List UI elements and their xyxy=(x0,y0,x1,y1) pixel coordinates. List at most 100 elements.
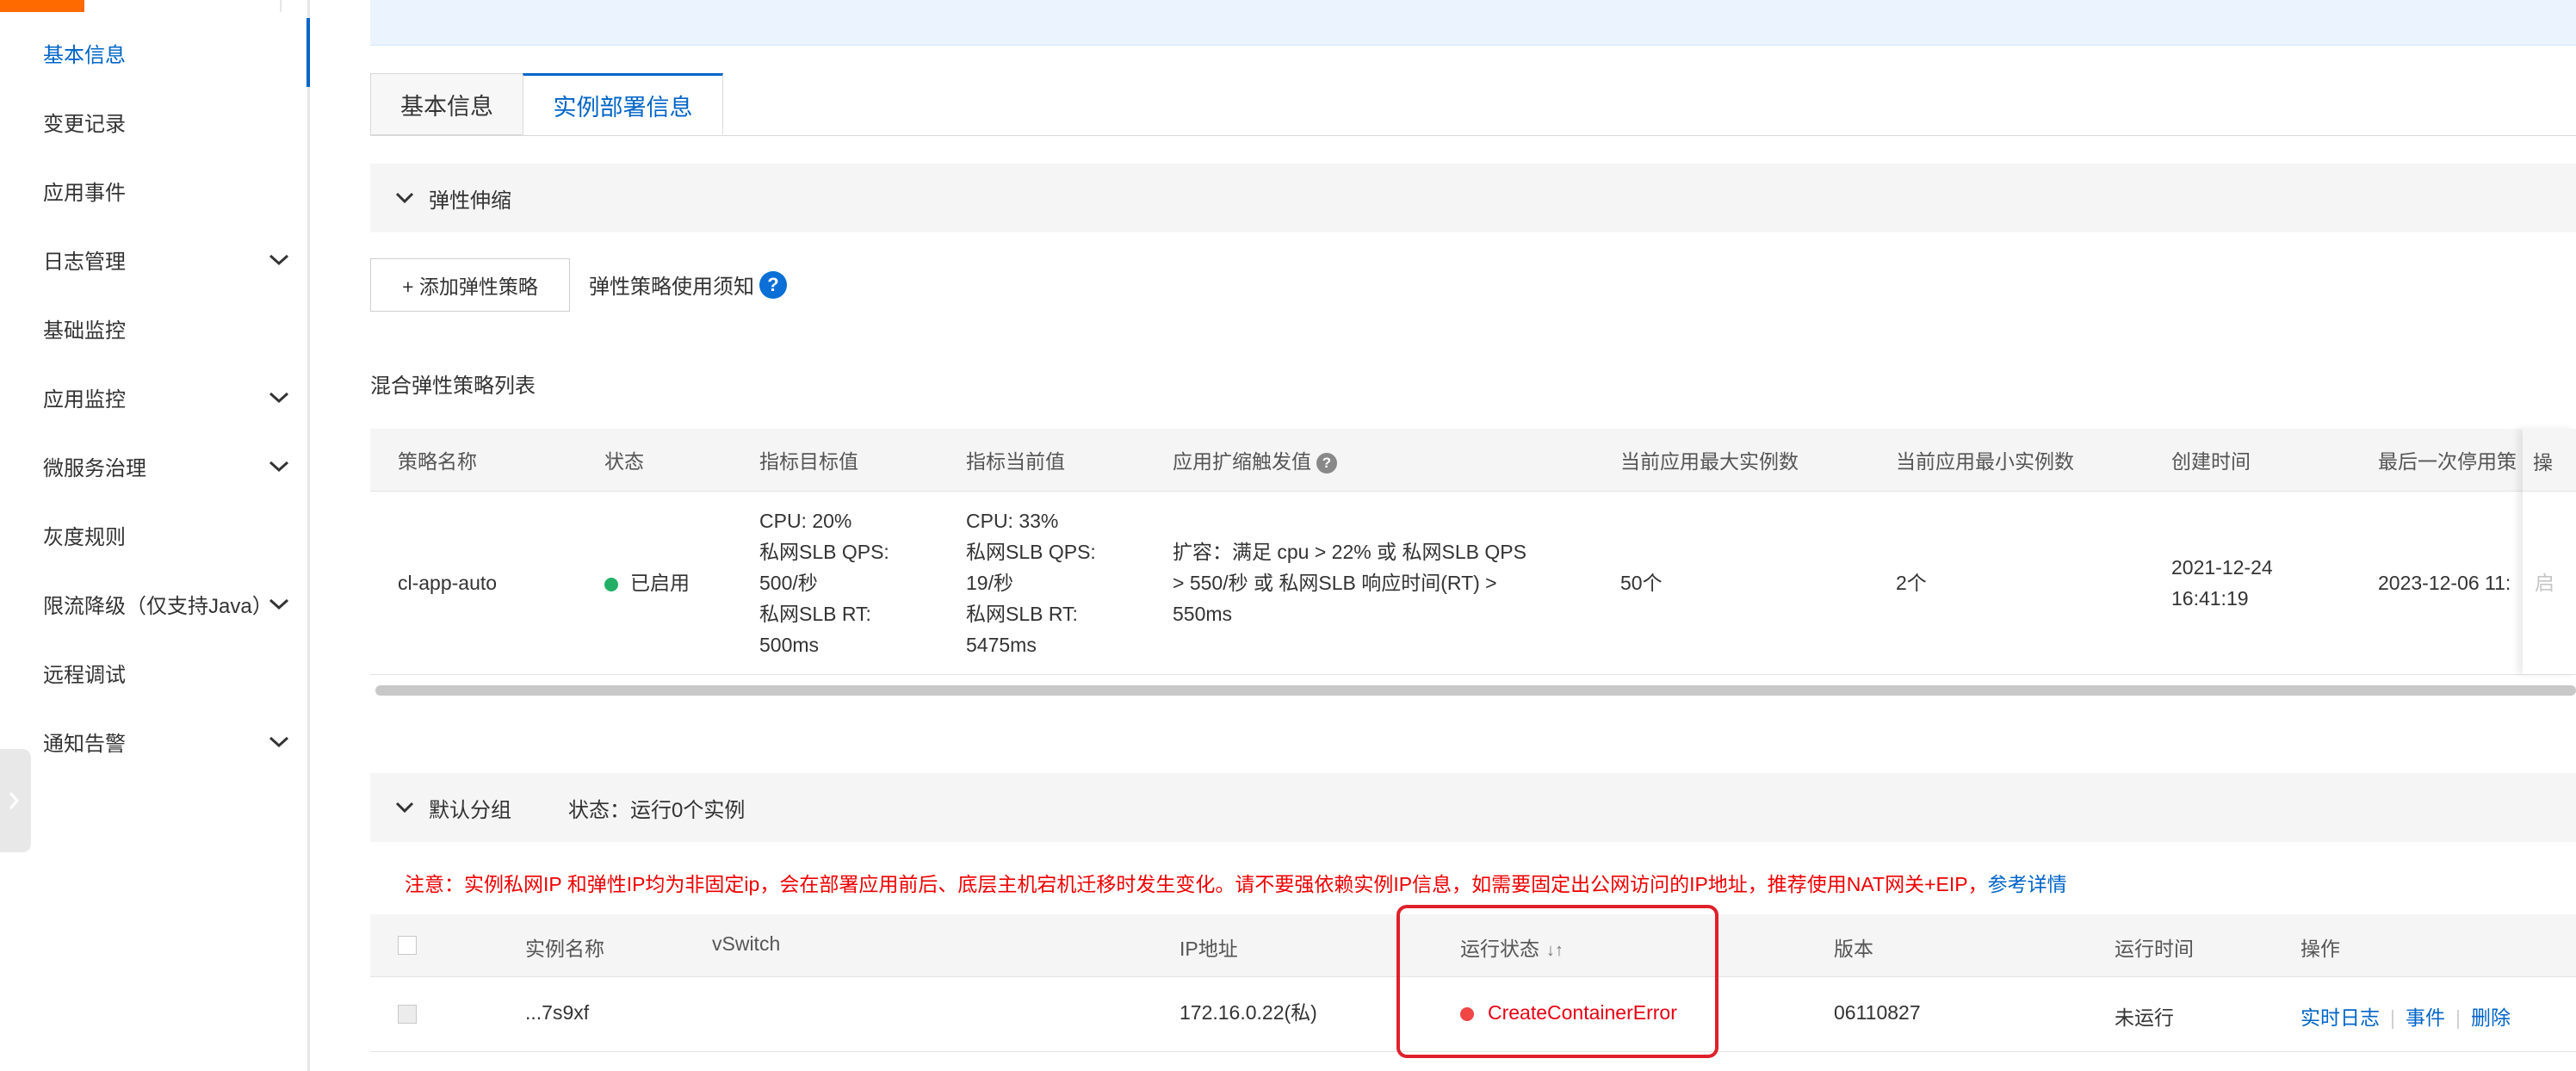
instance-actions: 实时日志 | 事件 | 删除 xyxy=(2300,1001,2511,1031)
created-clock: 16:41:19 xyxy=(2171,587,2249,610)
tab-basic-info[interactable]: 基本信息 xyxy=(370,73,523,135)
sidebar-item-basic-info[interactable]: 基本信息 xyxy=(0,18,310,87)
target-line: CPU: 20% xyxy=(759,510,852,532)
chevron-down-icon xyxy=(395,192,414,204)
col-min-instances: 当前应用最小实例数 xyxy=(1896,450,2074,473)
created-time: 2021-12-24 16:41:19 xyxy=(2171,552,2273,614)
sidebar-item-label: 微服务治理 xyxy=(43,456,146,480)
events-link[interactable]: 事件 xyxy=(2406,1006,2445,1029)
chevron-right-icon xyxy=(9,792,20,809)
sidebar-item-app-monitoring[interactable]: 应用监控 xyxy=(0,362,307,431)
policy-name: cl-app-auto xyxy=(398,572,498,594)
section-title: 默认分组 xyxy=(429,798,511,822)
col-status: 状态 xyxy=(604,450,644,473)
delete-link[interactable]: 删除 xyxy=(2471,1006,2511,1029)
col-current-value: 指标当前值 xyxy=(966,450,1065,473)
sort-icon[interactable]: ↓↑ xyxy=(1546,941,1564,961)
instance-status: CreateContainerError xyxy=(1460,1001,1677,1025)
target-line: 私网SLB QPS: xyxy=(759,541,889,563)
policy-status: 已启用 xyxy=(604,567,690,598)
sidebar-item-label: 基本信息 xyxy=(43,43,126,67)
main-content: 基本信息 实例部署信息 弹性伸缩 + 添加弹性策略 弹性策略使用须知 ? 混合弹… xyxy=(336,0,2576,1071)
sidebar-item-app-events[interactable]: 应用事件 xyxy=(0,156,307,225)
sidebar-item-remote-debug[interactable]: 远程调试 xyxy=(0,638,307,707)
sidebar-item-label: 日志管理 xyxy=(43,250,126,274)
instance-ip: 172.16.0.22(私) xyxy=(1180,1001,1317,1024)
instance-table-header: 实例名称 vSwitch IP地址 运行状态 ↓↑ 版本 运行时间 操作 xyxy=(370,914,2576,977)
policy-notice-label: 弹性策略使用须知 xyxy=(589,275,754,299)
last-disabled-time: 2023-12-06 11: xyxy=(2378,572,2511,594)
col-created-time: 创建时间 xyxy=(2171,450,2251,473)
table-row: cl-app-auto 已启用 CPU: 20% 私网SLB QPS: 500/… xyxy=(370,492,2576,675)
col-actions: 操作 xyxy=(2300,938,2340,960)
chevron-down-icon xyxy=(269,736,289,748)
col-max-instances: 当前应用最大实例数 xyxy=(1620,450,1799,473)
policy-list-title: 混合弹性策略列表 xyxy=(370,375,536,398)
tab-instance-deployment[interactable]: 实例部署信息 xyxy=(523,73,723,135)
horizontal-scrollbar[interactable] xyxy=(375,685,2576,696)
enable-action-link[interactable]: 启 xyxy=(2535,566,2554,596)
section-elastic-scaling[interactable]: 弹性伸缩 xyxy=(370,164,2576,232)
status-dot-icon xyxy=(604,577,618,591)
chevron-down-icon xyxy=(269,254,289,266)
col-run-status-label: 运行状态 xyxy=(1460,938,1539,960)
target-values: CPU: 20% 私网SLB QPS: 500/秒 私网SLB RT: 500m… xyxy=(759,505,889,660)
chevron-down-icon xyxy=(269,392,289,404)
error-dot-icon xyxy=(1460,1006,1474,1021)
sidebar-item-label: 灰度规则 xyxy=(43,525,126,549)
section-default-group[interactable]: 默认分组 状态：运行0个实例 xyxy=(370,773,2576,842)
current-line: 私网SLB QPS: xyxy=(966,541,1096,563)
target-line: 私网SLB RT: xyxy=(759,603,871,625)
chevron-down-icon xyxy=(269,598,289,610)
chevron-down-icon xyxy=(395,802,414,814)
current-line: CPU: 33% xyxy=(966,510,1059,532)
sidebar-item-gray-rules[interactable]: 灰度规则 xyxy=(0,500,307,569)
col-trigger-label: 应用扩缩触发值 xyxy=(1173,450,1311,473)
target-line: 500/秒 xyxy=(759,572,818,594)
col-target-value: 指标目标值 xyxy=(759,450,858,473)
col-run-status[interactable]: 运行状态 ↓↑ xyxy=(1460,932,1564,962)
col-ip-address: IP地址 xyxy=(1180,938,1238,960)
sidebar-item-label: 变更记录 xyxy=(43,112,126,136)
row-checkbox[interactable] xyxy=(398,1005,417,1024)
sidebar-collapse-handle[interactable] xyxy=(0,749,31,852)
sidebar-item-basic-monitoring[interactable]: 基础监控 xyxy=(0,294,307,362)
col-vswitch: vSwitch xyxy=(712,932,781,955)
warning-text: 注意：实例私网IP 和弹性IP均为非固定ip，会在部署应用前后、底层主机宕机迁移… xyxy=(405,873,1988,895)
col-trigger-value: 应用扩缩触发值? xyxy=(1173,446,1337,477)
current-line: 19/秒 xyxy=(966,572,1013,594)
info-notice-bar xyxy=(370,0,2576,46)
tab-label: 基本信息 xyxy=(400,93,493,120)
reference-link[interactable]: 参考详情 xyxy=(1988,873,2067,895)
help-icon[interactable]: ? xyxy=(759,270,787,299)
sidebar-item-log-management[interactable]: 日志管理 xyxy=(0,225,307,294)
add-elastic-policy-button[interactable]: + 添加弹性策略 xyxy=(370,258,570,312)
sidebar-item-label: 限流降级（仅支持Java） xyxy=(43,594,273,618)
brand-accent-bar xyxy=(0,0,84,12)
sidebar-item-microservice-governance[interactable]: 微服务治理 xyxy=(0,431,307,500)
sidebar-item-change-log[interactable]: 变更记录 xyxy=(0,87,307,156)
trigger-line: 550ms xyxy=(1173,603,1233,625)
target-line: 500ms xyxy=(759,634,820,656)
policy-usage-notice[interactable]: 弹性策略使用须知 ? xyxy=(589,269,787,300)
separator: | xyxy=(2455,1006,2461,1029)
sidebar-item-alerts[interactable]: 通知告警 xyxy=(0,707,307,776)
group-status: 状态：运行0个实例 xyxy=(568,798,746,822)
trigger-line: > 550/秒 或 私网SLB 响应时间(RT) > xyxy=(1173,572,1497,594)
max-instances: 50个 xyxy=(1620,572,1663,594)
section-title: 弹性伸缩 xyxy=(429,189,511,213)
sidebar-item-label: 基础监控 xyxy=(43,319,126,343)
sidebar-item-rate-limiting[interactable]: 限流降级（仅支持Java） xyxy=(0,569,307,638)
status-label: 已启用 xyxy=(630,572,690,594)
sidebar-divider xyxy=(280,0,282,12)
instance-runtime: 未运行 xyxy=(2115,1006,2174,1029)
help-icon[interactable]: ? xyxy=(1316,452,1337,474)
min-instances: 2个 xyxy=(1896,572,1927,594)
select-all-checkbox[interactable] xyxy=(398,936,417,955)
table-row: ...7s9xf 172.16.0.22(私) CreateContainerE… xyxy=(370,977,2576,1052)
instance-version: 06110827 xyxy=(1834,1001,1921,1024)
tab-bar: 基本信息 实例部署信息 xyxy=(370,73,2576,136)
col-actions-header: 操 xyxy=(2523,429,2576,492)
trigger-values: 扩容：满足 cpu > 22% 或 私网SLB QPS > 550/秒 或 私网… xyxy=(1173,536,1526,629)
realtime-log-link[interactable]: 实时日志 xyxy=(2300,1006,2380,1029)
